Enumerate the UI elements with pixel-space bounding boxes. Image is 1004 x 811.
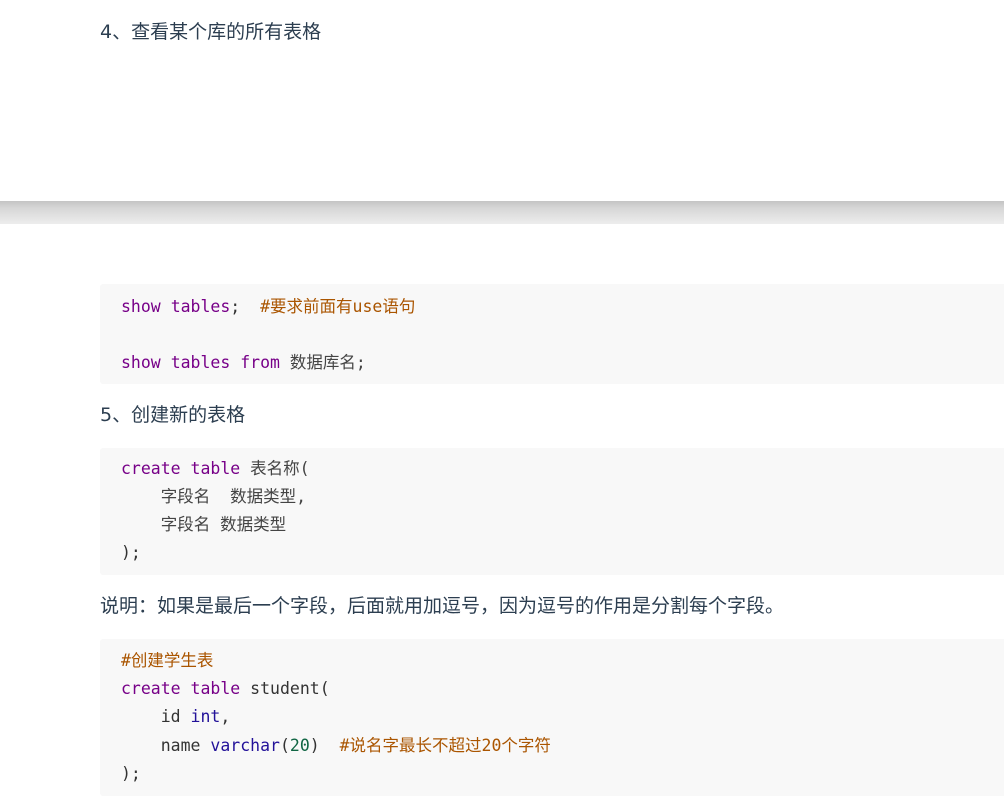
code-keyword: table (190, 459, 241, 478)
section-heading-4: 4、查看某个库的所有表格 (100, 21, 322, 43)
explanation-note: 说明：如果是最后一个字段，后面就用加逗号，因为逗号的作用是分割每个字段。 (100, 595, 785, 617)
code-type: varchar (210, 736, 280, 755)
code-line: create table student( (121, 675, 330, 703)
code-line: id int, (121, 703, 231, 731)
code-line: name varchar(20) #说名字最长不超过20个字符 (121, 732, 551, 760)
code-line: 字段名 数据类型 (121, 515, 287, 534)
code-comment: #要求前面有use语句 (260, 297, 416, 316)
code-text: student( (240, 679, 330, 698)
code-line: show tables from 数据库名; (121, 349, 366, 377)
code-text: 表名称( (240, 459, 310, 478)
code-number: 20 (289, 736, 310, 755)
code-keyword: from (240, 353, 280, 372)
code-text: 数据库名; (279, 353, 366, 372)
section-heading-5: 5、创建新的表格 (100, 404, 246, 426)
code-line: ); (121, 543, 141, 562)
code-type: int (190, 707, 221, 726)
code-keyword: create (121, 679, 181, 698)
code-block-show-tables: show tables; #要求前面有use语句 show tables fro… (100, 284, 1004, 384)
code-comment: #说名字最长不超过20个字符 (339, 736, 551, 755)
page-divider (0, 201, 1004, 224)
code-keyword: show (121, 297, 161, 316)
code-text: name (121, 736, 211, 755)
code-line: ); (121, 764, 141, 783)
code-text: , (220, 707, 231, 726)
code-comment-line: #创建学生表 (121, 651, 214, 670)
code-line: create table 表名称( (121, 455, 310, 483)
code-keyword: table (190, 679, 241, 698)
code-text: ( (279, 736, 290, 755)
code-text: ) (309, 736, 340, 755)
code-text: ; (230, 297, 261, 316)
code-line: show tables; #要求前面有use语句 (121, 293, 415, 321)
code-keyword: create (121, 459, 181, 478)
code-line: 字段名 数据类型, (121, 487, 307, 506)
code-keyword: tables (170, 353, 231, 372)
code-text: id (121, 707, 191, 726)
code-keyword: tables (170, 297, 231, 316)
code-block-create-table-syntax: create table 表名称( 字段名 数据类型, 字段名 数据类型 ); (100, 448, 1004, 575)
code-keyword: show (121, 353, 161, 372)
code-block-create-student: #创建学生表 create table student( id int, nam… (100, 639, 1004, 796)
